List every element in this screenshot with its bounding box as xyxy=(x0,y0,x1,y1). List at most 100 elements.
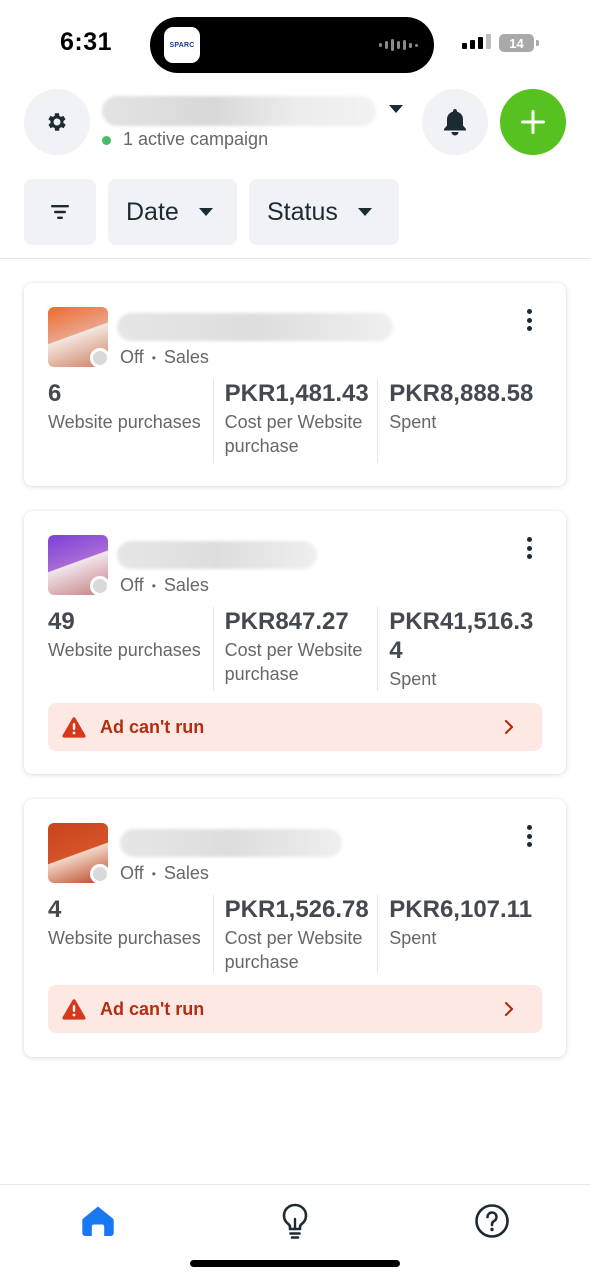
campaign-status-dot xyxy=(90,864,110,884)
status-bar: 6:31 SPARC 14 xyxy=(0,0,590,86)
ad-cant-run-banner[interactable]: Ad can't run xyxy=(48,703,542,751)
notifications-button[interactable] xyxy=(422,89,488,155)
audio-wave-icon xyxy=(379,39,418,51)
metric-value: 6 xyxy=(48,380,62,407)
account-name-redacted[interactable] xyxy=(102,96,376,126)
campaign-metrics: 49 Website purchases PKR847.27 Cost per … xyxy=(48,607,542,691)
warning-label: Ad can't run xyxy=(100,716,205,737)
campaign-card[interactable]: Off • Sales 4 Website purchases PKR1,526… xyxy=(24,799,566,1057)
help-icon xyxy=(475,1204,509,1238)
metric-value: PKR847.27 xyxy=(224,608,349,635)
home-icon xyxy=(82,1206,114,1236)
metric-value: PKR41,516.34 xyxy=(389,608,534,664)
campaign-card[interactable]: Off • Sales 49 Website purchases PKR847.… xyxy=(24,511,566,774)
meta-separator: • xyxy=(151,350,156,365)
campaign-status: Off xyxy=(120,863,144,883)
metric-label: Spent xyxy=(389,928,437,948)
warning-label: Ad can't run xyxy=(100,998,205,1019)
more-options-icon[interactable] xyxy=(522,535,536,561)
metric-label: Cost per Website purchase xyxy=(224,640,363,684)
island-app-icon: SPARC xyxy=(164,27,200,63)
nav-home[interactable] xyxy=(78,1201,118,1241)
more-options-icon[interactable] xyxy=(522,307,536,333)
metric-value: 4 xyxy=(48,896,62,923)
metric-spent: PKR6,107.11 Spent xyxy=(377,895,542,974)
chevron-down-icon xyxy=(198,208,213,216)
date-filter-label: Date xyxy=(126,197,179,226)
battery-icon: 14 xyxy=(499,34,534,52)
metric-label: Cost per Website purchase xyxy=(224,412,363,456)
header-divider xyxy=(0,258,590,259)
chevron-right-icon xyxy=(504,1001,514,1017)
settings-button[interactable] xyxy=(24,89,90,155)
metric-divider xyxy=(212,379,214,463)
metric-divider xyxy=(377,895,379,973)
active-campaigns-text: 1 active campaign xyxy=(123,129,269,149)
metric-results: 49 Website purchases xyxy=(48,607,213,691)
metric-cost-per-result: PKR847.27 Cost per Website purchase xyxy=(212,607,378,691)
campaign-thumbnail xyxy=(48,823,110,884)
metric-spent: PKR8,888.58 Spent xyxy=(377,379,542,463)
metric-label: Spent xyxy=(389,412,437,432)
bell-icon xyxy=(444,109,466,136)
campaign-objective: Sales xyxy=(163,863,209,883)
nav-help[interactable] xyxy=(472,1201,512,1241)
metric-label: Cost per Website purchase xyxy=(224,928,363,972)
ad-cant-run-banner[interactable]: Ad can't run xyxy=(48,985,542,1033)
status-filter-label: Status xyxy=(267,197,338,226)
chevron-down-icon xyxy=(357,208,372,216)
campaign-objective: Sales xyxy=(163,347,209,367)
date-filter-dropdown[interactable]: Date xyxy=(108,179,237,245)
campaign-metrics: 4 Website purchases PKR1,526.78 Cost per… xyxy=(48,895,542,974)
more-options-icon[interactable] xyxy=(522,823,536,849)
campaign-status: Off xyxy=(120,575,144,595)
campaign-meta: Off • Sales xyxy=(120,575,209,596)
gear-icon xyxy=(48,113,66,131)
metric-results: 4 Website purchases xyxy=(48,895,213,974)
home-indicator xyxy=(190,1260,400,1267)
campaign-metrics: 6 Website purchases PKR1,481.43 Cost per… xyxy=(48,379,542,463)
campaign-name-redacted xyxy=(117,541,317,569)
metric-divider xyxy=(212,895,214,973)
metric-divider xyxy=(377,379,379,463)
warning-icon xyxy=(62,717,86,738)
signal-icon xyxy=(462,34,491,49)
campaign-name-redacted xyxy=(120,829,342,857)
chevron-right-icon xyxy=(504,719,514,735)
campaign-status: Off xyxy=(120,347,144,367)
meta-separator: • xyxy=(151,578,156,593)
metric-label: Website purchases xyxy=(48,412,201,432)
battery-tip xyxy=(536,40,539,46)
plus-icon xyxy=(521,110,545,134)
campaign-name-redacted xyxy=(117,313,393,341)
campaign-thumbnail xyxy=(48,535,110,596)
campaign-meta: Off • Sales xyxy=(120,347,209,368)
status-time: 6:31 xyxy=(60,28,113,56)
metric-label: Spent xyxy=(389,669,437,689)
metric-value: PKR1,526.78 xyxy=(224,896,369,923)
account-dropdown-caret-icon[interactable] xyxy=(389,105,403,113)
metric-value: PKR1,481.43 xyxy=(224,380,369,407)
campaign-meta: Off • Sales xyxy=(120,863,209,884)
create-campaign-button[interactable] xyxy=(500,89,566,155)
campaign-card[interactable]: Off • Sales 6 Website purchases PKR1,481… xyxy=(24,283,566,486)
filter-button[interactable] xyxy=(24,179,96,245)
dynamic-island: SPARC xyxy=(150,17,434,73)
metric-value: PKR6,107.11 xyxy=(389,896,533,923)
metric-label: Website purchases xyxy=(48,928,201,948)
nav-insights[interactable] xyxy=(275,1201,315,1241)
metric-divider xyxy=(377,607,379,691)
metric-value: PKR8,888.58 xyxy=(389,380,534,407)
metric-cost-per-result: PKR1,481.43 Cost per Website purchase xyxy=(212,379,378,463)
campaign-objective: Sales xyxy=(163,575,209,595)
metric-results: 6 Website purchases xyxy=(48,379,213,458)
meta-separator: • xyxy=(151,866,156,881)
warning-icon xyxy=(62,999,86,1020)
campaign-thumbnail xyxy=(48,307,110,368)
metric-label: Website purchases xyxy=(48,640,201,660)
metric-divider xyxy=(212,607,214,691)
metric-spent: PKR41,516.34 Spent xyxy=(377,607,542,691)
metric-cost-per-result: PKR1,526.78 Cost per Website purchase xyxy=(212,895,378,974)
status-filter-dropdown[interactable]: Status xyxy=(249,179,399,245)
metric-value: 49 xyxy=(48,608,75,635)
